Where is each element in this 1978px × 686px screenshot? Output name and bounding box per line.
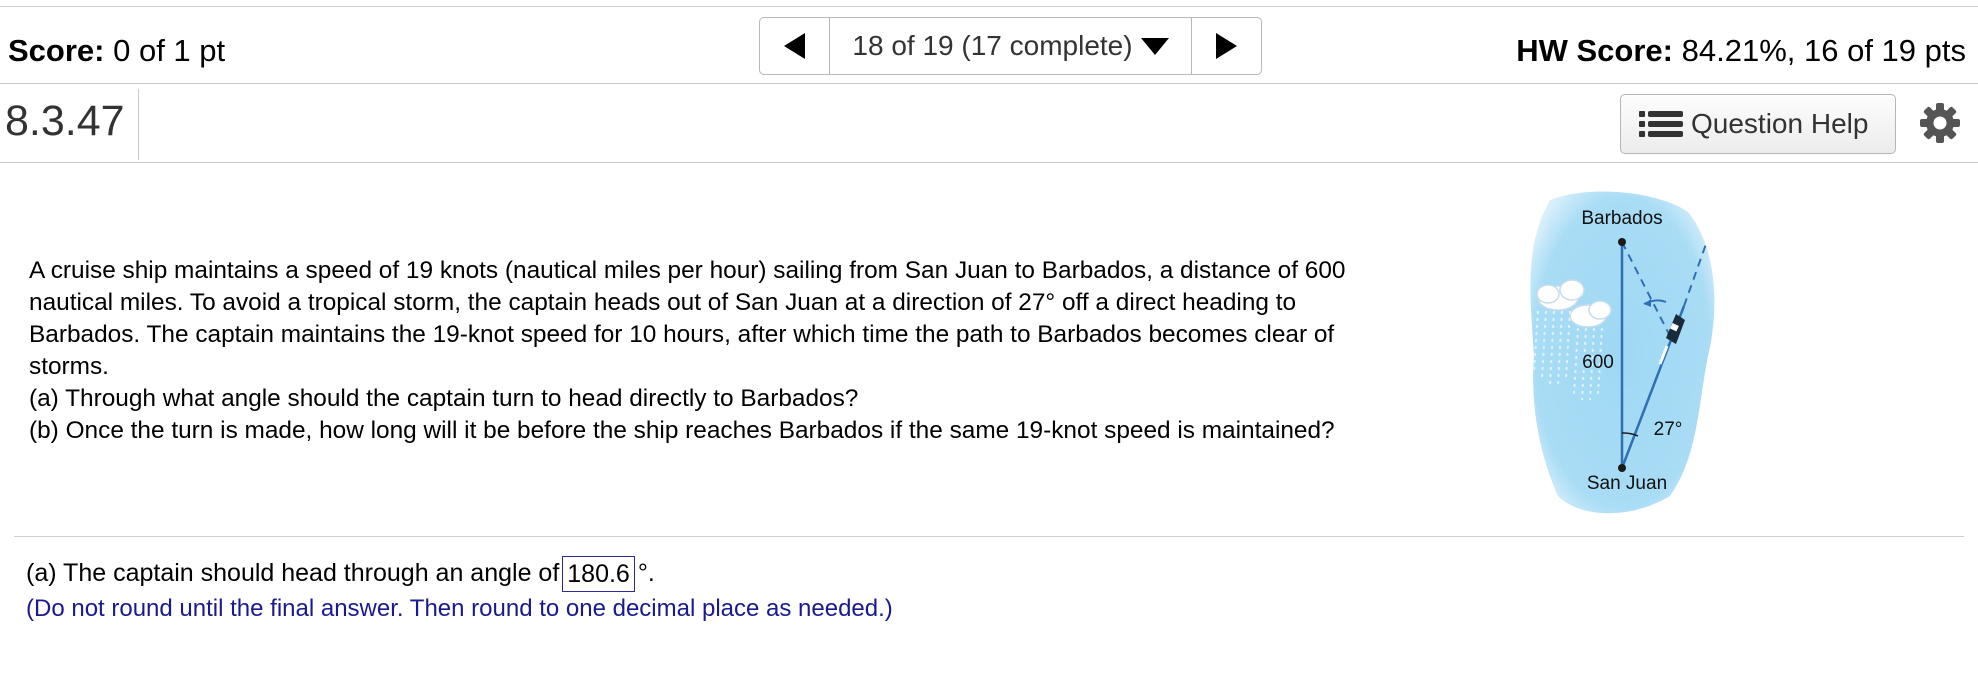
hw-score-value: 84.21%, 16 of 19 pts: [1681, 33, 1966, 68]
answer-part-a: (a) The captain should head through an a…: [26, 556, 655, 593]
triangle-right-icon: [1216, 33, 1237, 59]
question-bar: 8.3.47 Question Help: [0, 85, 1978, 163]
score: Score: 0 of 1 pt: [8, 33, 225, 69]
answer-suffix: °.: [637, 559, 655, 587]
barbados-label: Barbados: [1581, 208, 1662, 229]
answer-divider: [14, 536, 1964, 537]
problem-line: Barbados. The captain maintains the 19-k…: [29, 321, 1335, 348]
distance-label: 600: [1582, 352, 1614, 373]
rounding-hint: (Do not round until the final answer. Th…: [26, 595, 893, 622]
previous-question-button[interactable]: [760, 18, 829, 74]
angle-label: 27°: [1654, 419, 1683, 440]
problem-line: A cruise ship maintains a speed of 19 kn…: [29, 257, 1346, 284]
problem-line: nautical miles. To avoid a tropical stor…: [29, 289, 1297, 316]
score-label: Score:: [8, 33, 105, 68]
gear-icon[interactable]: [1918, 101, 1962, 145]
question-selector-dropdown[interactable]: 18 of 19 (17 complete): [829, 18, 1192, 74]
triangle-left-icon: [784, 33, 805, 59]
san-juan-label: San Juan: [1587, 473, 1667, 494]
problem-line: (a) Through what angle should the captai…: [29, 385, 859, 412]
hw-score-label: HW Score:: [1516, 33, 1673, 68]
score-value: 0 of 1 pt: [113, 33, 226, 68]
list-icon: [1639, 109, 1683, 139]
question-help-button[interactable]: Question Help: [1620, 94, 1896, 154]
question-progress: 18 of 19 (17 complete): [852, 30, 1133, 61]
question-number: 8.3.47: [5, 97, 125, 145]
answer-input-a[interactable]: 180.6: [562, 556, 635, 593]
hw-score: HW Score: 84.21%, 16 of 19 pts: [1516, 33, 1966, 69]
problem-line: storms.: [29, 353, 109, 380]
problem-line: (b) Once the turn is made, how long will…: [29, 417, 1335, 444]
route-diagram: Barbados 600 27° San Juan: [1520, 186, 1735, 516]
problem-statement: A cruise ship maintains a speed of 19 kn…: [29, 255, 1469, 447]
next-question-button[interactable]: [1192, 18, 1261, 74]
question-navigator: 18 of 19 (17 complete): [759, 17, 1262, 75]
question-help-label: Question Help: [1691, 108, 1869, 139]
answer-prefix: (a) The captain should head through an a…: [26, 559, 560, 587]
question-number-divider: [138, 89, 139, 160]
caret-down-icon: [1140, 37, 1169, 55]
score-bar: Score: 0 of 1 pt 18 of 19 (17 complete) …: [0, 7, 1978, 84]
